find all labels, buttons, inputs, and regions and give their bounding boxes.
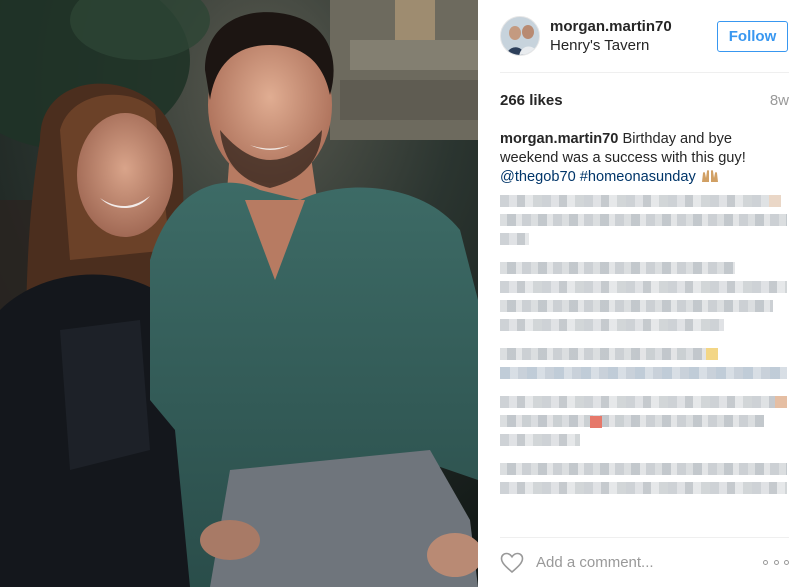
blurred-emoji xyxy=(775,396,787,408)
location-link[interactable]: Henry's Tavern xyxy=(550,36,717,56)
username-link[interactable]: morgan.martin70 xyxy=(550,17,717,36)
more-options-icon[interactable] xyxy=(763,557,789,569)
blurred-comment-line xyxy=(500,195,782,207)
blurred-comment-line xyxy=(500,319,724,331)
blurred-emoji xyxy=(769,195,782,207)
blurred-comment-line xyxy=(500,233,529,245)
post-photo[interactable] xyxy=(0,0,478,587)
post-header: morgan.martin70 Henry's Tavern Follow xyxy=(500,12,789,60)
caption-author-link[interactable]: morgan.martin70 xyxy=(500,131,618,147)
likes-count[interactable]: 266 likes xyxy=(500,92,563,109)
post-timestamp[interactable]: 8w xyxy=(770,92,789,109)
blurred-comment-line xyxy=(500,396,787,408)
blurred-comment-line xyxy=(500,367,787,379)
post-side-panel: morgan.martin70 Henry's Tavern Follow 26… xyxy=(478,0,803,587)
more-dot xyxy=(784,560,789,565)
caption-hashtag-link[interactable]: #homeonasunday xyxy=(580,169,696,185)
blurred-comment-line xyxy=(500,214,787,226)
blurred-comment-line xyxy=(500,348,719,360)
raised-hands-emoji-icon xyxy=(701,170,718,182)
likes-row: 266 likes 8w xyxy=(500,92,789,109)
header-text: morgan.martin70 Henry's Tavern xyxy=(550,17,717,56)
comments-list[interactable]: morgan.martin70 Birthday and bye weekend… xyxy=(500,130,787,537)
caption: morgan.martin70 Birthday and bye weekend… xyxy=(500,130,787,187)
header-divider xyxy=(500,72,789,73)
heart-icon[interactable] xyxy=(500,552,524,574)
blurred-comment-line xyxy=(500,463,787,475)
blurred-comment-line xyxy=(500,434,581,446)
blurred-comment-line xyxy=(500,262,736,274)
blurred-comment-line xyxy=(500,482,787,494)
blurred-comments xyxy=(500,195,787,494)
avatar-image xyxy=(501,17,539,55)
photo-image xyxy=(0,0,478,587)
caption-mention-link[interactable]: @thegob70 xyxy=(500,169,576,185)
blurred-emoji xyxy=(706,348,719,360)
add-comment-input[interactable] xyxy=(536,554,763,571)
more-dot xyxy=(763,560,768,565)
blurred-comment-line xyxy=(500,281,787,293)
blurred-emoji xyxy=(590,416,602,428)
avatar[interactable] xyxy=(500,16,540,56)
blurred-comment-line xyxy=(500,300,773,312)
more-dot xyxy=(773,560,779,565)
instagram-post: morgan.martin70 Henry's Tavern Follow 26… xyxy=(0,0,803,587)
follow-button[interactable]: Follow xyxy=(717,20,788,52)
blurred-comment-line xyxy=(500,415,765,428)
comment-footer xyxy=(500,537,789,587)
